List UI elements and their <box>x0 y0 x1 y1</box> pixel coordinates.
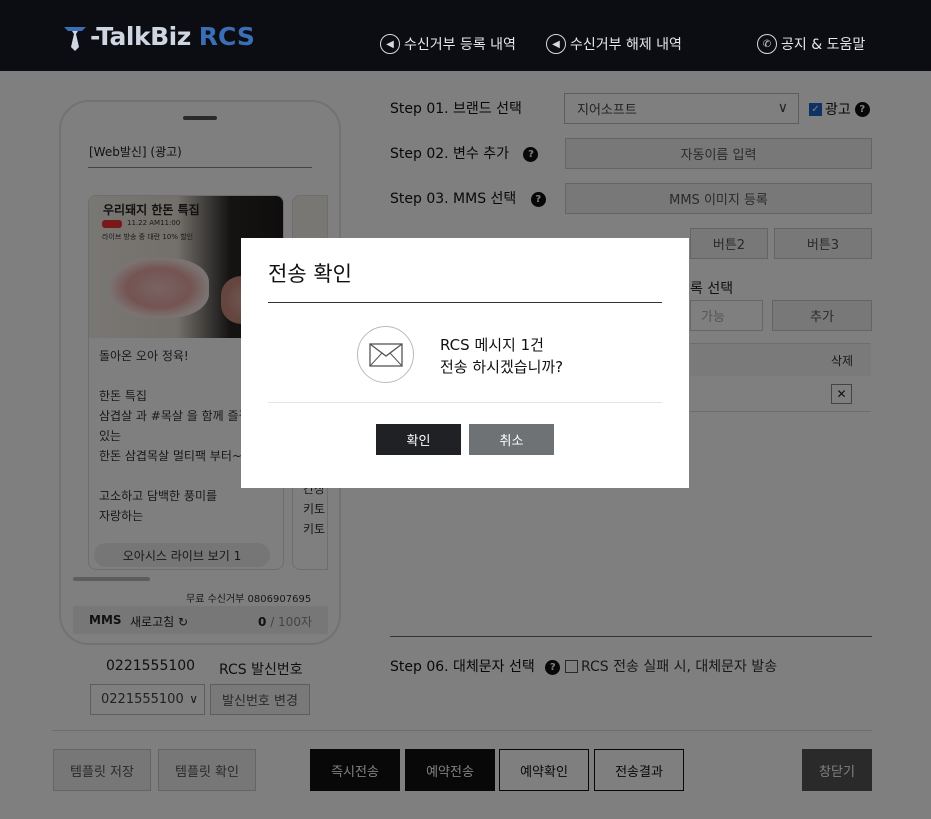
dialog-message: RCS 메시지 1건 전송 하시겠습니까? <box>440 336 564 376</box>
cancel-button[interactable]: 취소 <box>469 424 554 455</box>
nav-label: 수신거부 등록 내역 <box>404 37 516 53</box>
phone-icon: ✆ <box>757 34 777 54</box>
nav-label: 수신거부 해제 내역 <box>570 37 682 53</box>
nav-optout-register[interactable]: ◀ 수신거부 등록 내역 <box>380 34 516 54</box>
divider <box>268 302 662 303</box>
envelope-icon <box>357 326 414 383</box>
nav-notice-help[interactable]: ✆ 공지 & 도움말 <box>757 34 865 54</box>
send-confirm-dialog: 전송 확인 RCS 메시지 1건 전송 하시겠습니까? 확인 취소 <box>241 238 689 488</box>
divider <box>268 402 662 403</box>
dialog-title: 전송 확인 <box>268 262 352 286</box>
nav-label: 공지 & 도움말 <box>781 37 866 53</box>
tie-logo-icon <box>64 27 86 51</box>
speaker-icon: ◀ <box>546 34 566 54</box>
logo-text: -TalkBiz <box>90 21 191 51</box>
speaker-icon: ◀ <box>380 34 400 54</box>
confirm-button[interactable]: 확인 <box>376 424 461 455</box>
logo-accent-text: RCS <box>198 21 255 51</box>
nav-optout-release[interactable]: ◀ 수신거부 해제 내역 <box>546 34 682 54</box>
app-header: -TalkBiz RCS ◀ 수신거부 등록 내역 ◀ 수신거부 해제 내역 ✆… <box>0 0 931 71</box>
logo[interactable]: -TalkBiz RCS <box>62 18 255 54</box>
